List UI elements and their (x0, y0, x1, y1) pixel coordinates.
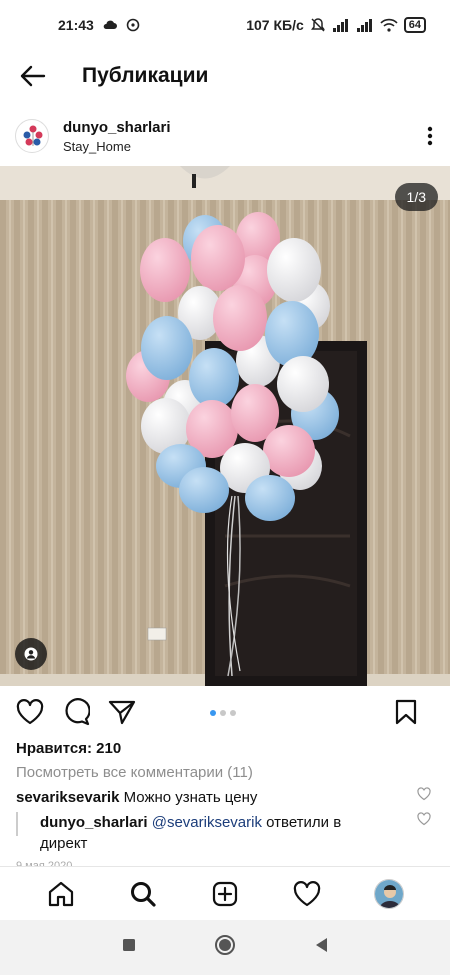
status-bar: 21:43 107 КБ/с 64 (0, 0, 450, 50)
comment-button[interactable] (60, 696, 92, 728)
reply-author[interactable]: dunyo_sharlari (40, 814, 148, 831)
wifi-icon (380, 18, 398, 32)
signal-icon (332, 18, 350, 32)
reply-text-continued: директ (40, 835, 88, 852)
heart-icon (293, 880, 321, 906)
likes-count[interactable]: Нравится: 210 (16, 740, 121, 757)
circle-icon (215, 935, 235, 955)
balloon-photo (0, 166, 450, 686)
mute-icon (310, 17, 326, 33)
heart-icon (16, 699, 44, 725)
square-icon (123, 939, 135, 951)
carousel-indicator (210, 710, 236, 716)
page-title: Публикации (82, 64, 209, 87)
person-icon (24, 647, 38, 661)
carousel-dot (230, 710, 236, 716)
reply-text: ответили в (266, 814, 342, 831)
more-options-button[interactable] (410, 116, 450, 156)
plus-square-icon (212, 881, 238, 906)
nav-home[interactable] (41, 874, 81, 914)
like-button[interactable] (14, 696, 46, 728)
image-counter: 1/3 (394, 183, 438, 211)
comment-text: Можно узнать цену (123, 789, 258, 806)
carousel-dot-active (210, 710, 216, 716)
network-speed: 107 КБ/с (246, 17, 304, 33)
bookmark-icon (395, 699, 417, 725)
battery-indicator: 64 (403, 17, 426, 33)
reply-comment: dunyo_sharlari @sevariksevarik ответили … (40, 812, 400, 854)
paper-plane-icon (108, 700, 136, 725)
triangle-back-icon (316, 938, 327, 952)
avatar[interactable] (15, 119, 49, 153)
app-header: Публикации (0, 50, 450, 102)
heart-icon[interactable] (417, 812, 431, 826)
nav-search[interactable] (123, 874, 163, 914)
post-header: dunyo_sharlari Stay_Home (0, 114, 450, 158)
signal-icon (356, 18, 374, 32)
system-navigation-bar (0, 920, 450, 975)
arrow-left-icon (20, 65, 46, 87)
post-username[interactable]: dunyo_sharlari (63, 119, 171, 136)
status-time: 21:43 (58, 17, 94, 33)
nav-create[interactable] (205, 874, 245, 914)
whatsapp-icon (126, 18, 140, 32)
recent-apps-button[interactable] (122, 938, 136, 957)
save-button[interactable] (390, 696, 422, 728)
search-icon (131, 881, 156, 907)
post-location[interactable]: Stay_Home (63, 139, 171, 154)
system-back-button[interactable] (314, 937, 328, 958)
cloud-icon (102, 18, 118, 32)
post-photo[interactable]: 1/3 (0, 166, 450, 686)
view-all-comments-link[interactable]: Посмотреть все комментарии (11) (16, 764, 253, 781)
reply-mention[interactable]: @sevariksevarik (152, 814, 262, 831)
bottom-navigation (0, 866, 450, 920)
nav-profile[interactable] (369, 874, 409, 914)
speech-bubble-icon (65, 698, 90, 726)
back-button[interactable] (0, 50, 64, 102)
tagged-users-button[interactable] (15, 638, 47, 670)
carousel-dot (220, 710, 226, 716)
nav-activity[interactable] (287, 874, 327, 914)
avatar-icon (374, 878, 404, 909)
heart-icon[interactable] (417, 787, 431, 801)
home-icon (48, 881, 74, 906)
reply-indent-line (16, 812, 18, 836)
comment: sevariksevarik Можно узнать цену (16, 787, 257, 808)
share-button[interactable] (106, 696, 138, 728)
comment-author[interactable]: sevariksevarik (16, 789, 119, 806)
home-system-button[interactable] (214, 934, 236, 961)
post-actions (0, 692, 450, 732)
vertical-dots-icon (427, 126, 433, 146)
